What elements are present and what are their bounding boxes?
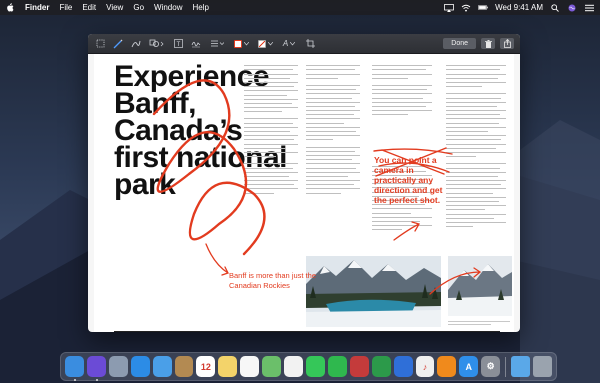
menu-file[interactable]: File	[59, 3, 72, 12]
books-icon[interactable]	[437, 356, 457, 377]
body-column-3	[372, 62, 432, 231]
safari-icon[interactable]	[130, 356, 150, 377]
spotlight-search-icon[interactable]	[550, 3, 560, 12]
notification-center-icon[interactable]	[584, 4, 594, 12]
lake-photo	[306, 256, 441, 327]
border-color-icon[interactable]	[232, 38, 250, 50]
text-style-icon[interactable]: A	[280, 38, 298, 50]
draw-tool-icon[interactable]	[130, 38, 142, 50]
body-column-4	[446, 62, 506, 228]
mail-icon[interactable]	[152, 356, 172, 377]
contacts-icon[interactable]	[174, 356, 194, 377]
crop-icon[interactable]	[304, 38, 316, 50]
trash-icon[interactable]	[532, 356, 552, 377]
facetime-icon[interactable]	[327, 356, 347, 377]
arrow-to-callout	[205, 243, 229, 276]
markup-toolbar: T A Done	[88, 34, 520, 54]
launchpad-icon[interactable]	[108, 356, 128, 377]
body-column-1	[244, 62, 298, 194]
shape-style-icon[interactable]	[208, 38, 226, 50]
apple-menu-icon[interactable]	[6, 3, 15, 13]
siri-icon[interactable]	[86, 356, 106, 381]
running-indicator	[74, 379, 76, 381]
document-page[interactable]: Experience Banff, Canada’s first nationa…	[94, 54, 514, 332]
markup-window: T A Done Experience Banff, Canada’s firs…	[88, 34, 520, 332]
mountain-photo	[448, 256, 512, 316]
done-button[interactable]: Done	[443, 38, 476, 49]
photos-icon[interactable]	[284, 356, 303, 377]
wifi-icon[interactable]	[461, 4, 471, 12]
app-store-icon[interactable]: A	[459, 356, 479, 377]
trash-button-icon[interactable]	[481, 38, 495, 49]
menu-view[interactable]: View	[106, 3, 123, 12]
menu-edit[interactable]: Edit	[82, 3, 96, 12]
maps-icon[interactable]	[262, 356, 282, 377]
menu-go[interactable]: Go	[133, 3, 144, 12]
fill-color-icon[interactable]	[256, 38, 274, 50]
reminders-icon[interactable]	[240, 356, 260, 377]
menu-clock[interactable]: Wed 9:41 AM	[495, 3, 543, 12]
numbers-icon[interactable]	[371, 356, 391, 377]
system-preferences-icon[interactable]: ⚙	[481, 356, 501, 377]
sign-tool-icon[interactable]	[190, 38, 202, 50]
dock-separator	[505, 356, 507, 377]
siri-menu-icon[interactable]	[567, 4, 577, 12]
finder-icon[interactable]	[65, 356, 84, 381]
svg-text:T: T	[176, 42, 180, 48]
battery-icon[interactable]	[478, 4, 488, 12]
selection-tool-icon[interactable]	[94, 38, 106, 50]
running-indicator	[95, 379, 98, 381]
page-footer-rule	[114, 331, 500, 332]
airplay-icon[interactable]	[444, 3, 455, 12]
dock: 12 ♪ A ⚙	[60, 352, 557, 381]
menu-window[interactable]: Window	[154, 3, 182, 12]
photo-caption	[448, 319, 510, 325]
body-column-2	[306, 62, 360, 194]
messages-icon[interactable]	[305, 356, 325, 377]
menu-app-name[interactable]: Finder	[25, 3, 49, 12]
photo-booth-icon[interactable]	[349, 356, 369, 377]
text-tool-icon[interactable]: T	[172, 38, 184, 50]
share-button-icon[interactable]	[500, 38, 514, 49]
notes-icon[interactable]	[218, 356, 238, 377]
menu-bar: Finder File Edit View Go Window Help Wed…	[0, 0, 600, 15]
shapes-tool-icon[interactable]	[148, 38, 166, 50]
pull-quote: You can point a camera in practically an…	[374, 155, 443, 205]
itunes-icon[interactable]: ♪	[415, 356, 435, 377]
menu-help[interactable]: Help	[192, 3, 208, 12]
sketch-tool-icon[interactable]	[112, 38, 124, 50]
downloads-folder-icon[interactable]	[511, 356, 530, 377]
keynote-icon[interactable]	[393, 356, 413, 377]
annotation-callout-text[interactable]: Banff is more than just the Canadian Roc…	[229, 271, 329, 291]
calendar-icon[interactable]: 12	[196, 356, 216, 377]
